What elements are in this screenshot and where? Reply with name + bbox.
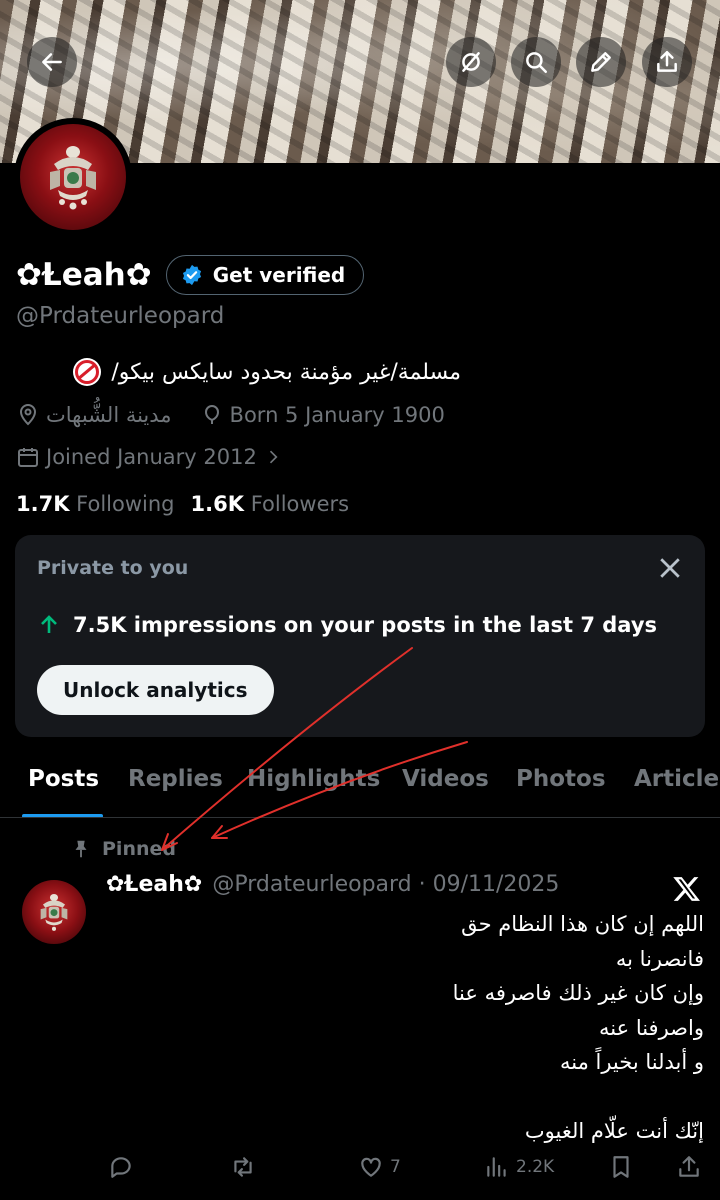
profile-joined: Joined January 2012 <box>46 445 257 469</box>
repost-icon <box>234 1157 252 1177</box>
followers-label: Followers <box>250 492 350 516</box>
post-line: واصرفنا عنه <box>599 1015 704 1040</box>
impressions-stat: 7.5K impressions on your posts in the la… <box>37 613 657 637</box>
reply-button[interactable] <box>108 1154 134 1180</box>
get-verified-button[interactable]: Get verified <box>165 255 365 295</box>
grok-icon <box>462 52 480 72</box>
pencil-icon <box>591 52 611 72</box>
tab-posts[interactable]: Posts <box>28 766 99 792</box>
calendar-icon <box>18 448 38 467</box>
followers-count: 1.6K <box>190 492 245 516</box>
ottoman-emblem-icon <box>40 894 68 931</box>
impressions-text: 7.5K impressions on your posts in the la… <box>73 613 658 637</box>
post-line: إنّك أنت علّام الغيوب <box>524 1119 704 1143</box>
x-logo-icon <box>672 874 702 904</box>
profile-display-name: ✿Ɫeah✿ <box>16 257 152 293</box>
like-count: 7 <box>390 1157 401 1177</box>
views-button[interactable]: 2.2K <box>484 1154 554 1180</box>
arrow-up-icon <box>41 615 57 633</box>
post-author-name[interactable]: ✿Ɫeah✿ <box>106 872 202 897</box>
balloon-icon <box>204 404 219 424</box>
post-header: ✿Ɫeah✿ @Prdateurleopard · 09/11/2025 <box>106 872 559 897</box>
unlock-analytics-button[interactable]: Unlock analytics <box>37 665 274 715</box>
close-card-button[interactable] <box>655 553 685 583</box>
chevron-right-icon <box>269 450 278 464</box>
search-icon <box>526 52 547 73</box>
analytics-card: Private to you 7.5K impressions on your … <box>15 535 705 737</box>
tab-replies[interactable]: Replies <box>128 766 223 792</box>
following-label: Following <box>76 492 175 516</box>
back-button[interactable] <box>27 37 77 87</box>
followers-link[interactable]: 1.6K Followers <box>191 492 350 516</box>
back-arrow-icon <box>42 53 62 71</box>
share-icon <box>679 1156 699 1177</box>
share-button[interactable] <box>642 37 692 87</box>
post-line: و أبدلنا بخيراً منه <box>559 1050 704 1074</box>
bookmark-icon <box>613 1156 629 1178</box>
pin-icon <box>75 840 87 858</box>
post-author-avatar[interactable] <box>22 880 86 944</box>
close-icon <box>660 558 680 578</box>
location-pin-icon <box>19 404 37 426</box>
analytics-card-title: Private to you <box>37 557 189 579</box>
tab-highlights[interactable]: Highlights <box>247 766 380 792</box>
profile-tabs: Posts Replies Highlights Videos Photos A… <box>0 748 720 818</box>
verified-badge-icon <box>182 264 201 286</box>
profile-meta-row: مدينة الشُّبهات Born 5 January 1900 <box>16 403 445 427</box>
post-line: اللهم إن كان هذا النظام حق <box>461 912 704 936</box>
profile-handle: @Prdateurleopard <box>16 303 225 329</box>
like-button[interactable]: 7 <box>358 1154 401 1180</box>
profile-birthdate: Born 5 January 1900 <box>229 403 445 427</box>
bio-text: مسلمة/غير مؤمنة بحدود سايكس بيكو/ <box>111 359 461 385</box>
search-button[interactable] <box>511 37 561 87</box>
views-chart-icon <box>487 1157 506 1177</box>
no-smoking-icon <box>73 358 102 386</box>
pinned-label: Pinned <box>102 838 176 860</box>
edit-button[interactable] <box>576 37 626 87</box>
profile-bio: مسلمة/غير مؤمنة بحدود سايكس بيكو/ <box>16 358 461 386</box>
tab-photos[interactable]: Photos <box>516 766 606 792</box>
repost-button[interactable] <box>230 1154 256 1180</box>
active-tab-indicator <box>22 814 103 817</box>
post-text: اللهم إن كان هذا النظام حق فانصرنا به وإ… <box>144 907 704 1149</box>
profile-avatar[interactable] <box>14 118 132 236</box>
share-icon <box>657 51 677 72</box>
post-author-meta: @Prdateurleopard · 09/11/2025 <box>212 872 560 897</box>
following-count: 1.7K <box>16 492 70 516</box>
view-count: 2.2K <box>516 1157 555 1177</box>
get-verified-label: Get verified <box>212 263 346 287</box>
grok-button[interactable] <box>446 37 496 87</box>
heart-icon <box>361 1157 381 1177</box>
bookmark-button[interactable] <box>608 1154 634 1180</box>
profile-location: مدينة الشُّبهات <box>46 403 172 427</box>
reply-icon <box>111 1157 131 1178</box>
post-line <box>144 1080 704 1115</box>
following-link[interactable]: 1.7K Following <box>16 492 175 516</box>
post-line: فانصرنا به <box>615 946 704 971</box>
ottoman-emblem-icon <box>50 146 96 210</box>
tab-articles[interactable]: Articles <box>634 766 720 792</box>
tab-videos[interactable]: Videos <box>402 766 489 792</box>
share-post-button[interactable] <box>676 1154 702 1180</box>
profile-joined-row[interactable]: Joined January 2012 <box>16 445 283 469</box>
post-line: وإن كان غير ذلك فاصرفه عنا <box>452 981 704 1005</box>
pinned-indicator: Pinned <box>70 838 176 860</box>
post-action-bar: 7 2.2K <box>0 1148 720 1188</box>
